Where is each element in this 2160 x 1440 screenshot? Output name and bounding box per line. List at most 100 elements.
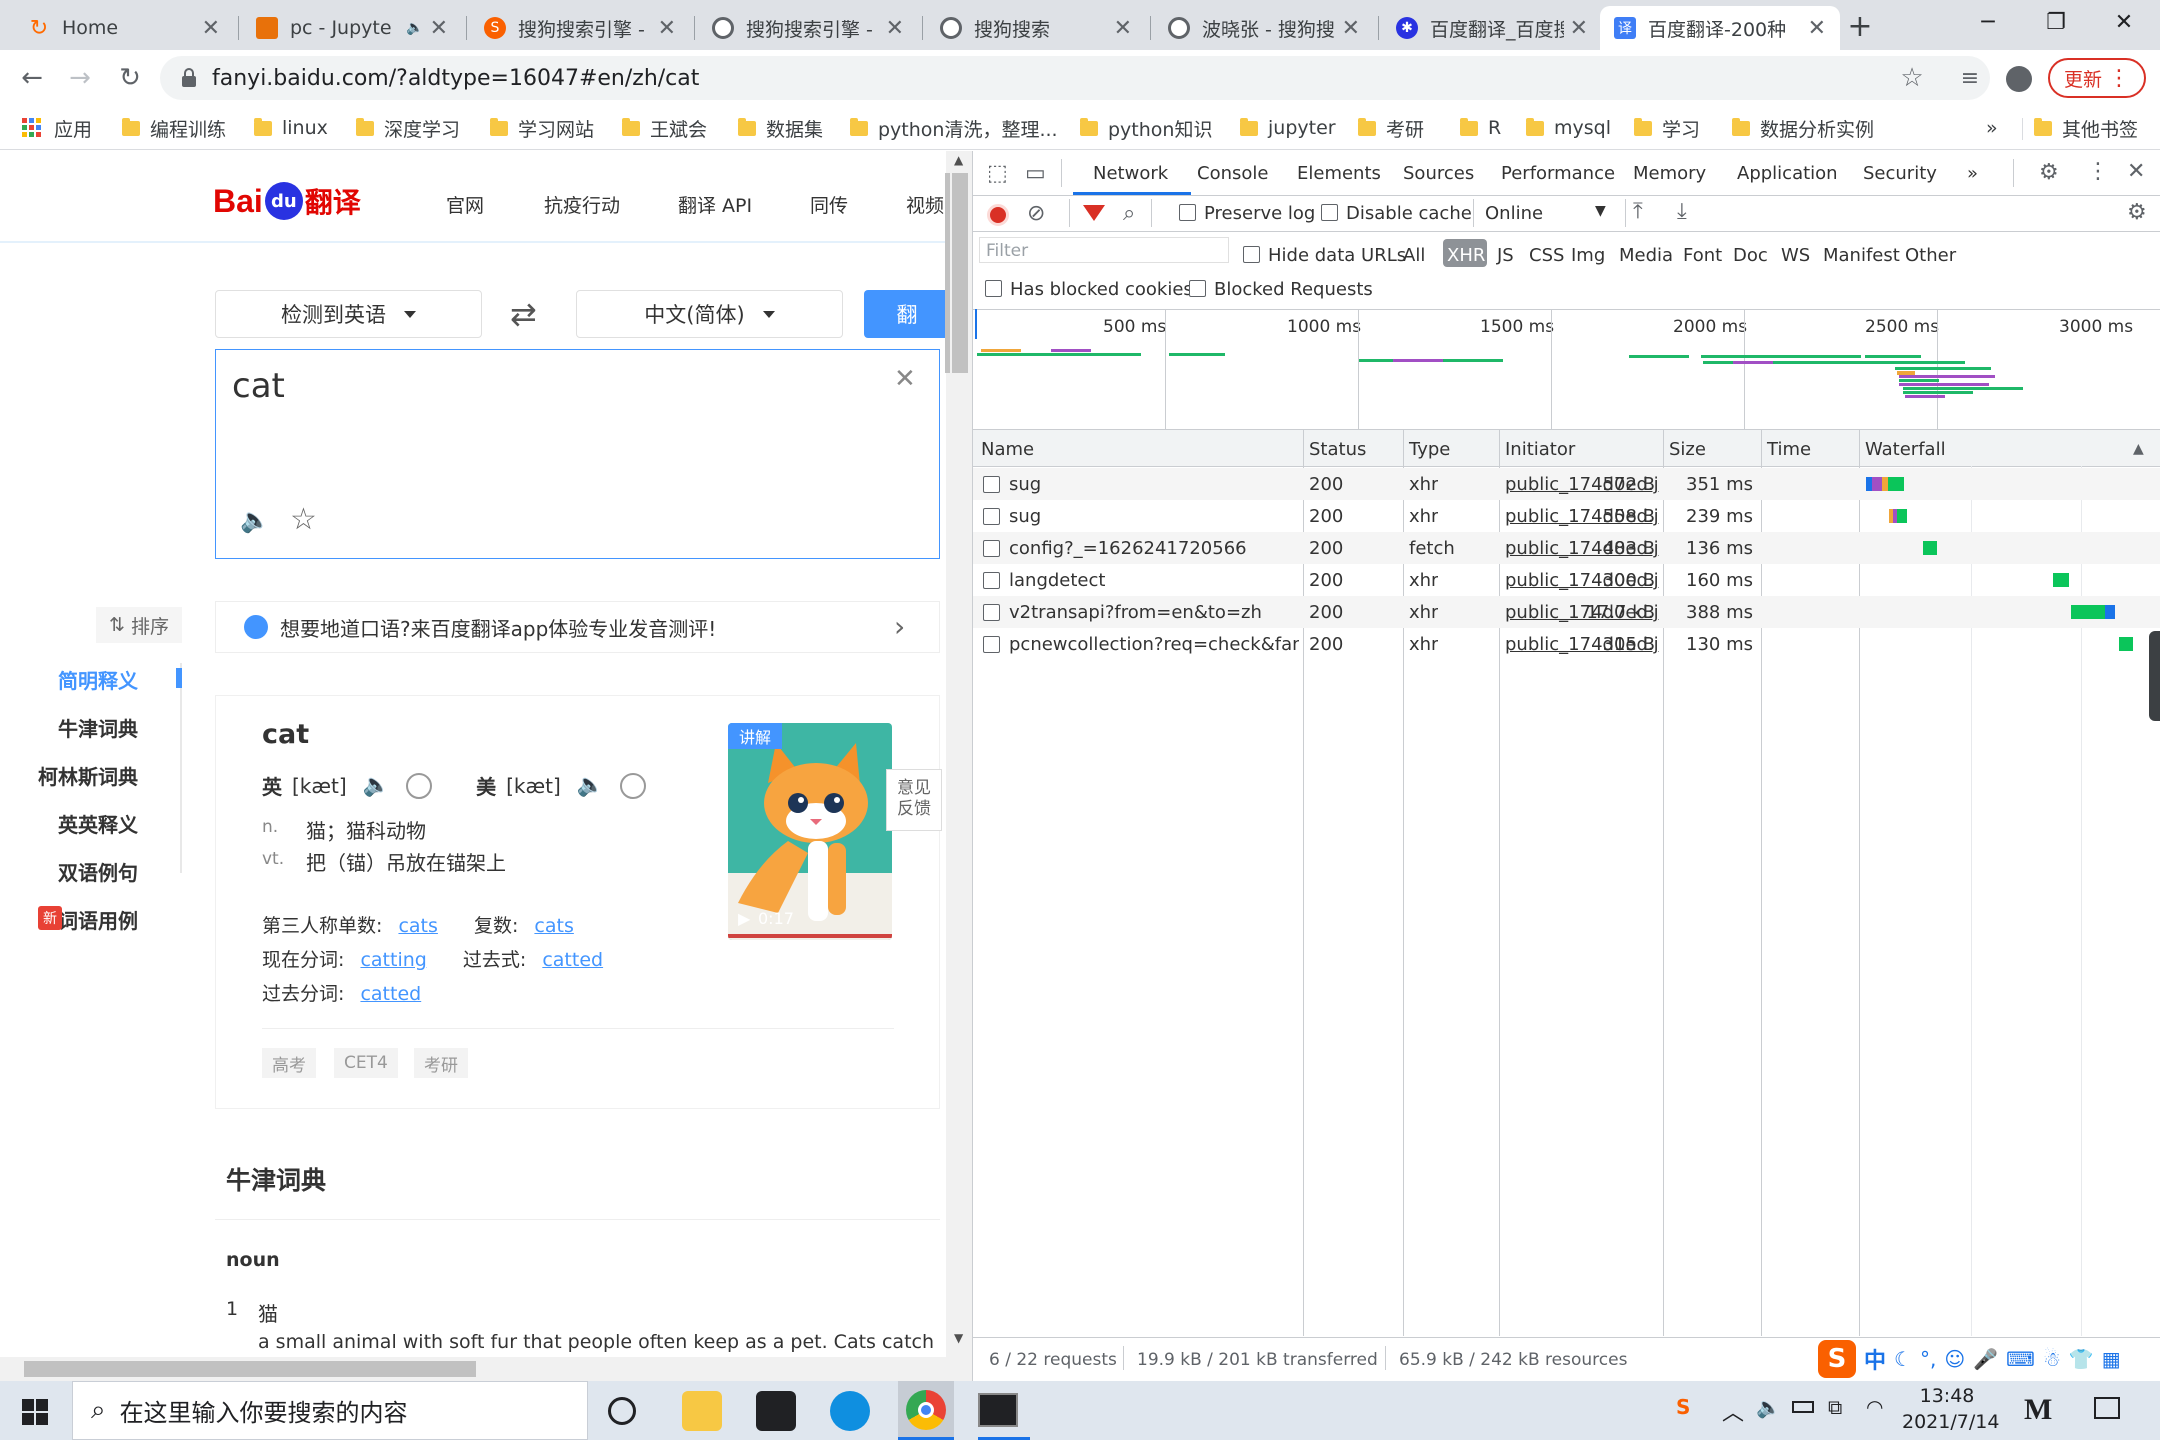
browser-tab[interactable]: ✱ 百度翻译_百度搜 ✕ <box>1382 6 1602 50</box>
bookmark-folder[interactable]: python清洗，整理... <box>850 114 1058 142</box>
disable-cache-checkbox[interactable]: Disable cache <box>1321 203 1472 224</box>
scroll-up-icon[interactable]: ▲ <box>954 153 963 167</box>
customize-menu-icon[interactable]: ⋮ <box>2087 159 2109 184</box>
filter-input[interactable]: Filter <box>979 237 1229 263</box>
type-filter-img[interactable]: Img <box>1571 245 1605 266</box>
request-row[interactable]: v2transapi?from=en&to=zh 200 xhr public_… <box>973 596 2160 628</box>
type-filter-all[interactable]: All <box>1403 245 1425 266</box>
profile-avatar-icon[interactable] <box>2006 66 2032 92</box>
promo-banner[interactable]: 想要地道口语?来百度翻译app体验专业发音测评! › <box>215 601 940 653</box>
taskbar-search-box[interactable]: ⌕ 在这里输入你要搜索的内容 <box>72 1381 588 1440</box>
address-bar[interactable]: fanyi.baidu.com/?aldtype=16047#en/zh/cat <box>160 56 1990 100</box>
horizontal-scrollbar-thumb[interactable] <box>24 1361 476 1377</box>
chrome-taskbar-active[interactable] <box>898 1381 954 1440</box>
sogou-ime-icon[interactable]: S <box>1818 1340 1856 1378</box>
form-link[interactable]: cats <box>398 915 437 937</box>
nav-simultaneous[interactable]: 同传 <box>810 191 848 218</box>
bookmark-folder[interactable]: python知识 <box>1080 114 1212 142</box>
type-filter-css[interactable]: CSS <box>1529 245 1564 266</box>
nav-official-site[interactable]: 官网 <box>446 191 484 218</box>
devtools-tab-network[interactable]: Network <box>1093 163 1168 184</box>
browser-tab[interactable]: S 搜狗搜索引擎 - ✕ <box>470 6 690 50</box>
notification-center-icon[interactable] <box>2094 1397 2120 1419</box>
reload-icon[interactable]: ↻ <box>110 58 150 98</box>
show-hidden-icons[interactable]: ︿ <box>1722 1395 1744 1427</box>
swap-languages-icon[interactable]: ⇄ <box>510 295 537 333</box>
feedback-button[interactable]: 意见反馈 <box>886 769 942 831</box>
punctuation-icon[interactable]: °, <box>1920 1347 1936 1371</box>
speaker-icon[interactable]: 🔈 <box>240 506 270 534</box>
request-row[interactable]: langdetect 200 xhr public_174d0ed.j... 3… <box>973 564 2160 596</box>
network-status-icon[interactable]: ⧉ <box>1828 1395 1842 1419</box>
devtools-tab-memory[interactable]: Memory <box>1633 163 1706 184</box>
bookmark-folder[interactable]: linux <box>254 114 328 142</box>
bookmark-folder[interactable]: 考研 <box>1358 114 1424 142</box>
bookmark-folder[interactable]: R <box>1460 114 1501 142</box>
type-filter-font[interactable]: Font <box>1683 245 1722 266</box>
bookmark-folder[interactable]: 编程训练 <box>122 114 226 142</box>
bookmark-folder[interactable]: mysql <box>1526 114 1611 142</box>
reading-list-icon[interactable]: ≡ <box>1950 58 1990 98</box>
side-panel-handle[interactable] <box>2149 631 2160 721</box>
nav-antiepidemic[interactable]: 抗疫行动 <box>544 191 620 218</box>
bookmark-star-icon[interactable]: ☆ <box>1892 58 1932 98</box>
update-button[interactable]: 更新 ⋮ <box>2048 58 2146 98</box>
close-window-icon[interactable]: ✕ <box>2090 0 2158 44</box>
browser-tab[interactable]: 搜狗搜索引擎 - ✕ <box>698 6 918 50</box>
sidenav-concise[interactable]: 简明释义 <box>58 665 138 694</box>
play-icon[interactable]: ▶ <box>738 909 750 928</box>
toolbox-icon[interactable]: ▦ <box>2102 1347 2121 1371</box>
video-thumbnail[interactable]: 讲解 ▶ 0:17 <box>728 723 892 940</box>
target-language-select[interactable]: 中文(简体) <box>576 290 843 338</box>
clear-input-icon[interactable]: ✕ <box>894 364 916 394</box>
type-filter-other[interactable]: Other <box>1905 245 1956 266</box>
close-tab-icon[interactable]: ✕ <box>202 16 220 41</box>
volume-icon[interactable]: 🔈 <box>1756 1395 1781 1419</box>
form-link[interactable]: cats <box>534 915 573 937</box>
type-filter-manifest[interactable]: Manifest <box>1823 245 1900 266</box>
apps-bookmark[interactable]: 应用 <box>22 114 92 142</box>
close-tab-icon[interactable]: ✕ <box>1342 16 1360 41</box>
bookmark-folder[interactable]: jupyter <box>1240 114 1336 142</box>
baidu-fanyi-logo[interactable]: Bai du 翻译 <box>213 179 361 223</box>
source-language-select[interactable]: 检测到英语 <box>215 290 482 338</box>
close-tab-icon[interactable]: ✕ <box>658 16 676 41</box>
column-header-type[interactable]: Type <box>1409 439 1450 460</box>
close-tab-icon[interactable]: ✕ <box>886 16 904 41</box>
forward-icon[interactable]: → <box>60 58 100 98</box>
device-toolbar-icon[interactable]: ▭ <box>1025 161 1046 186</box>
column-header-initiator[interactable]: Initiator <box>1505 439 1575 460</box>
bookmark-folder[interactable]: 数据分析实例 <box>1732 114 1874 142</box>
file-explorer-icon[interactable] <box>682 1391 722 1431</box>
nav-api[interactable]: 翻译 API <box>678 191 752 218</box>
sidenav-collins[interactable]: 柯林斯词典 <box>38 761 138 790</box>
user-icon[interactable]: ☃ <box>2043 1347 2061 1371</box>
terminal-icon[interactable] <box>978 1393 1018 1427</box>
import-har-icon[interactable]: ⤒ <box>1633 199 1643 224</box>
export-har-icon[interactable]: ⤓ <box>1677 199 1687 224</box>
request-row[interactable]: sug 200 xhr public_174d0ed.j... 572 B 35… <box>973 468 2160 500</box>
clock-date[interactable]: 2021/7/14 <box>1902 1411 1999 1433</box>
uk-follow-read-icon[interactable] <box>406 772 433 799</box>
us-speaker-icon[interactable]: 🔈 <box>577 773 604 798</box>
browser-tab[interactable]: ↻ Home ✕ <box>14 6 234 50</box>
settings-gear-icon[interactable]: ⚙ <box>2039 160 2059 185</box>
translate-button[interactable]: 翻 <box>864 290 950 338</box>
form-link[interactable]: catting <box>360 949 426 971</box>
close-devtools-icon[interactable]: ✕ <box>2127 159 2145 184</box>
favorite-star-icon[interactable]: ☆ <box>290 502 317 537</box>
scroll-down-icon[interactable]: ▼ <box>954 1331 963 1345</box>
close-tab-icon[interactable]: ✕ <box>1114 16 1132 41</box>
new-tab-button[interactable]: + <box>1840 6 1880 46</box>
bookmark-folder[interactable]: 学习 <box>1634 114 1700 142</box>
type-filter-doc[interactable]: Doc <box>1733 245 1768 266</box>
close-tab-icon[interactable]: ✕ <box>1570 16 1588 41</box>
bookmark-folder[interactable]: 王斌会 <box>622 114 707 142</box>
type-filter-ws[interactable]: WS <box>1781 245 1810 266</box>
request-row[interactable]: pcnewcollection?req=check&fanyi... 200 x… <box>973 628 2160 660</box>
clear-log-icon[interactable]: ⊘ <box>1027 201 1045 226</box>
type-filter-js[interactable]: JS <box>1497 245 1514 266</box>
battery-icon[interactable] <box>1792 1401 1814 1413</box>
sidenav-bilingual-examples[interactable]: 双语例句 <box>58 857 138 886</box>
cortana-icon[interactable] <box>608 1397 636 1425</box>
